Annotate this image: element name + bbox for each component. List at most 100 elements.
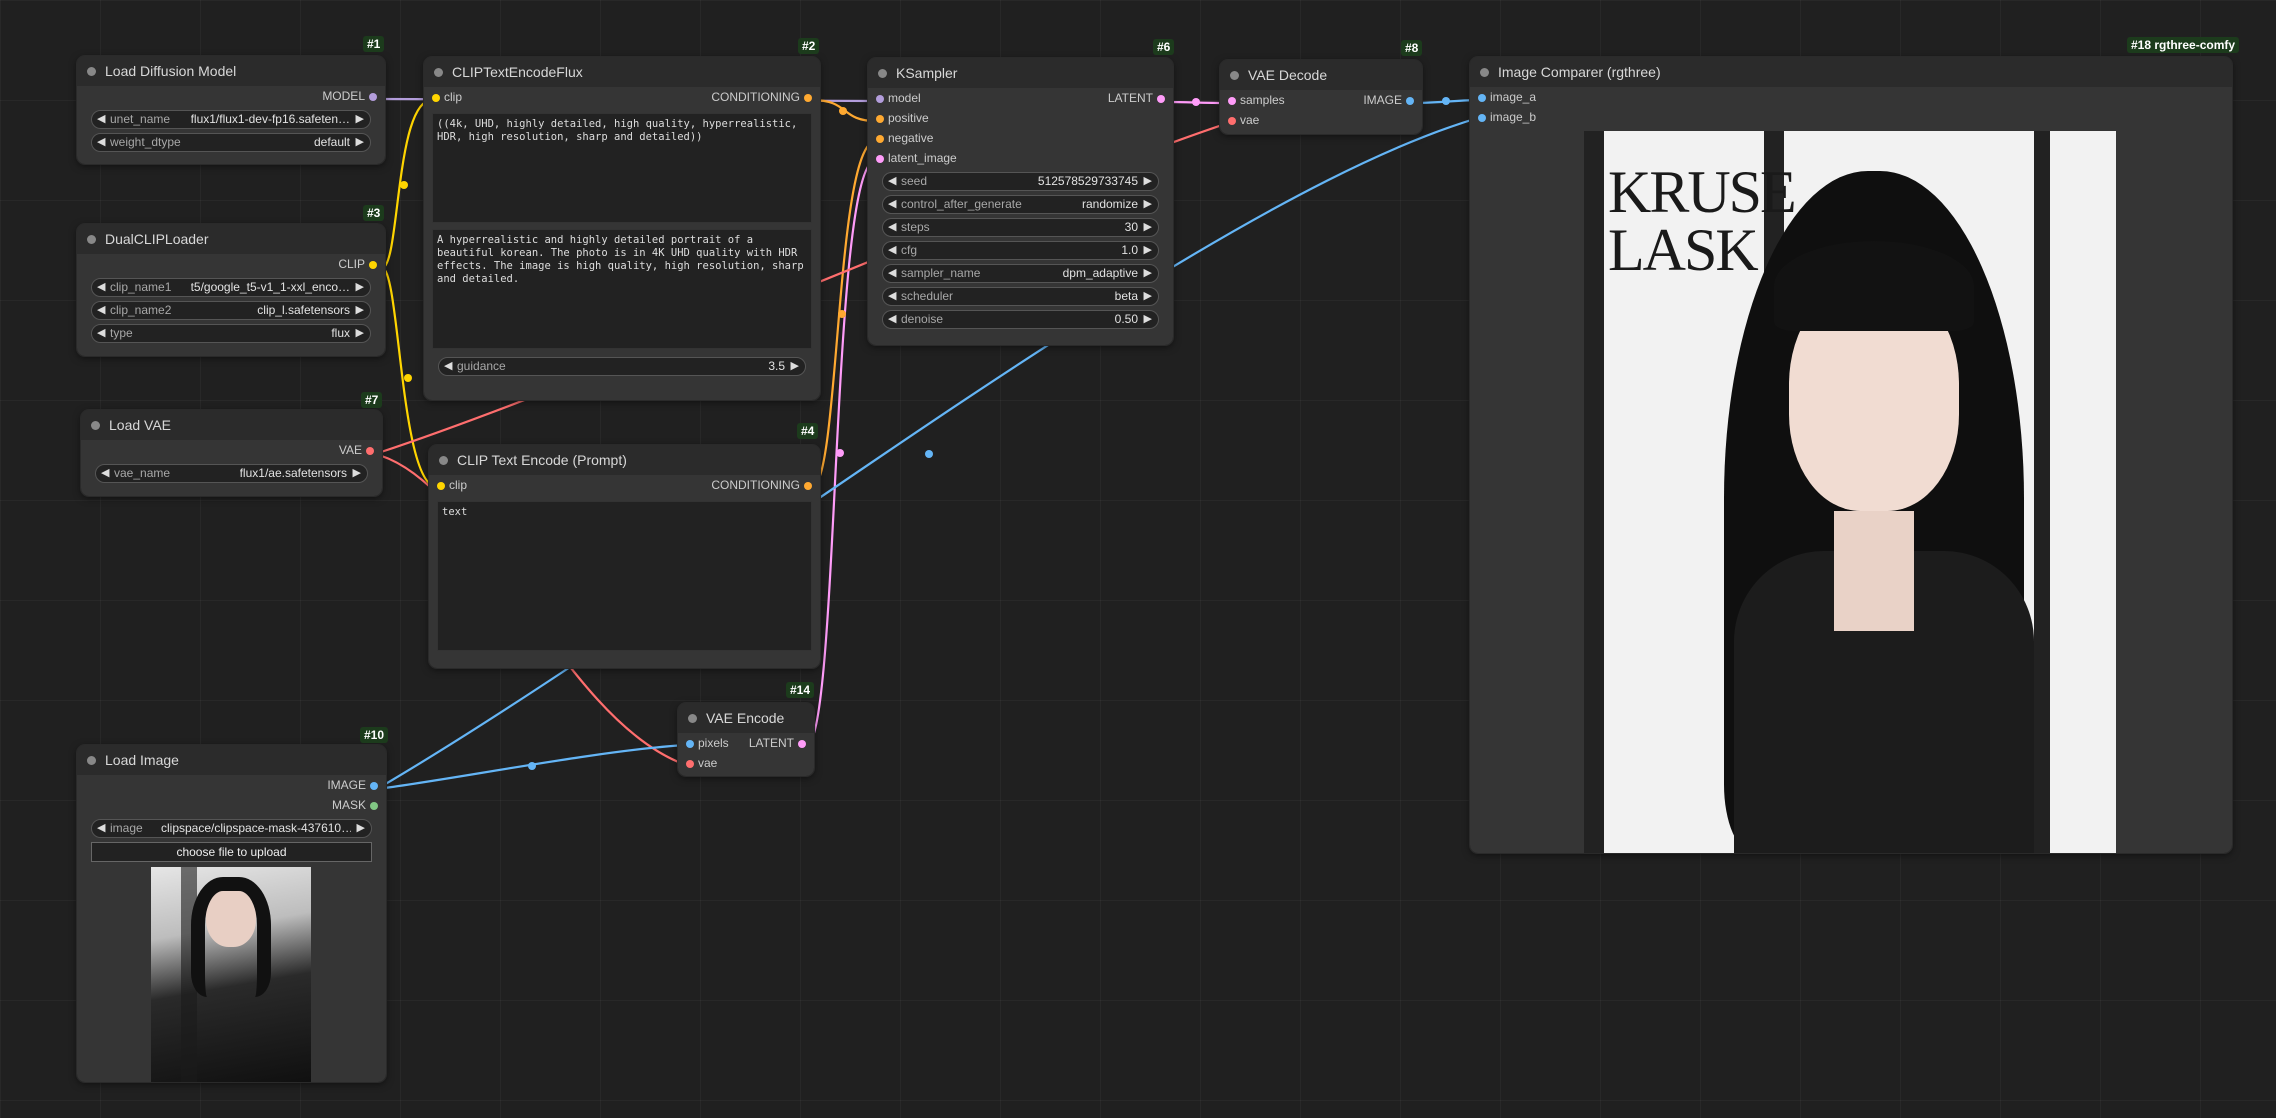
node-ksampler[interactable]: KSampler model LATENT positive negative … <box>867 57 1174 346</box>
node-title[interactable]: Image Comparer (rgthree) <box>1470 57 2232 87</box>
slot-row-latent-image[interactable]: latent_image <box>868 148 1173 168</box>
slot-dot-icon[interactable] <box>1157 95 1165 103</box>
widget-type[interactable]: ◀ type flux ▶ <box>91 324 371 343</box>
slot-row-image-b[interactable]: image_b <box>1470 107 2232 127</box>
arrow-right-icon[interactable]: ▶ <box>1144 196 1152 213</box>
arrow-right-icon[interactable]: ▶ <box>1144 219 1152 236</box>
arrow-right-icon[interactable]: ▶ <box>356 111 364 128</box>
arrow-left-icon[interactable]: ◀ <box>888 288 896 305</box>
slot-dot-icon[interactable] <box>369 93 377 101</box>
arrow-left-icon[interactable]: ◀ <box>97 325 105 342</box>
node-title[interactable]: VAE Encode <box>678 703 814 733</box>
node-title[interactable]: Load VAE <box>81 410 382 440</box>
collapse-dot-icon[interactable] <box>91 421 100 430</box>
widget-seed[interactable]: ◀ seed 512578529733745 ▶ <box>882 172 1159 191</box>
slot-dot-icon[interactable] <box>798 740 806 748</box>
slot-row-model[interactable]: model LATENT <box>868 88 1173 108</box>
output-slot-mask[interactable]: MASK <box>77 795 386 815</box>
widget-vae-name[interactable]: ◀ vae_name flux1/ae.safetensors ▶ <box>95 464 368 483</box>
arrow-right-icon[interactable]: ▶ <box>353 465 361 482</box>
node-title[interactable]: KSampler <box>868 58 1173 88</box>
clip-l-textarea[interactable]: ((4k, UHD, highly detailed, high quality… <box>432 113 812 223</box>
widget-control-after-generate[interactable]: ◀ control_after_generate randomize ▶ <box>882 195 1159 214</box>
arrow-right-icon[interactable]: ▶ <box>1144 265 1152 282</box>
slot-row-samples[interactable]: samples IMAGE <box>1220 90 1422 110</box>
slot-dot-icon[interactable] <box>366 447 374 455</box>
collapse-dot-icon[interactable] <box>87 756 96 765</box>
arrow-right-icon[interactable]: ▶ <box>1144 311 1152 328</box>
arrow-left-icon[interactable]: ◀ <box>101 465 109 482</box>
collapse-dot-icon[interactable] <box>1480 68 1489 77</box>
collapse-dot-icon[interactable] <box>87 67 96 76</box>
slot-dot-icon[interactable] <box>876 115 884 123</box>
output-slot-clip[interactable]: CLIP <box>77 254 385 274</box>
arrow-left-icon[interactable]: ◀ <box>97 302 105 319</box>
arrow-right-icon[interactable]: ▶ <box>1144 173 1152 190</box>
output-slot-vae[interactable]: VAE <box>81 440 382 460</box>
slot-dot-icon[interactable] <box>876 95 884 103</box>
widget-denoise[interactable]: ◀ denoise 0.50 ▶ <box>882 310 1159 329</box>
node-clip-text-encode-flux[interactable]: CLIPTextEncodeFlux clip CONDITIONING ((4… <box>423 56 821 401</box>
t5xxl-textarea[interactable]: A hyperrealistic and highly detailed por… <box>432 229 812 349</box>
arrow-right-icon[interactable]: ▶ <box>356 302 364 319</box>
slot-dot-icon[interactable] <box>1228 117 1236 125</box>
slot-dot-icon[interactable] <box>437 482 445 490</box>
slot-row-image-a[interactable]: image_a <box>1470 87 2232 107</box>
widget-cfg[interactable]: ◀ cfg 1.0 ▶ <box>882 241 1159 260</box>
widget-image[interactable]: ◀ image clipspace/clipspace-mask-437610… ▶ <box>91 819 372 838</box>
widget-guidance[interactable]: ◀ guidance 3.5 ▶ <box>438 357 806 376</box>
arrow-right-icon[interactable]: ▶ <box>1144 242 1152 259</box>
arrow-left-icon[interactable]: ◀ <box>444 358 452 375</box>
arrow-right-icon[interactable]: ▶ <box>356 325 364 342</box>
arrow-right-icon[interactable]: ▶ <box>1144 288 1152 305</box>
arrow-right-icon[interactable]: ▶ <box>791 358 799 375</box>
slot-dot-icon[interactable] <box>369 261 377 269</box>
node-title[interactable]: DualCLIPLoader <box>77 224 385 254</box>
slot-row-pixels[interactable]: pixels LATENT <box>678 733 814 753</box>
node-title[interactable]: Load Diffusion Model <box>77 56 385 86</box>
arrow-left-icon[interactable]: ◀ <box>97 279 105 296</box>
slot-row-clip[interactable]: clip CONDITIONING <box>429 475 820 495</box>
arrow-right-icon[interactable]: ▶ <box>356 134 364 151</box>
node-dual-clip-loader[interactable]: DualCLIPLoader CLIP ◀ clip_name1 t5/google… <box>76 223 386 357</box>
arrow-left-icon[interactable]: ◀ <box>97 820 105 837</box>
widget-clip-name2[interactable]: ◀ clip_name2 clip_l.safetensors ▶ <box>91 301 371 320</box>
slot-dot-icon[interactable] <box>876 135 884 143</box>
arrow-right-icon[interactable]: ▶ <box>356 279 364 296</box>
collapse-dot-icon[interactable] <box>688 714 697 723</box>
arrow-left-icon[interactable]: ◀ <box>97 111 105 128</box>
arrow-left-icon[interactable]: ◀ <box>888 196 896 213</box>
collapse-dot-icon[interactable] <box>434 68 443 77</box>
slot-row-clip[interactable]: clip CONDITIONING <box>424 87 820 107</box>
slot-dot-icon[interactable] <box>804 482 812 490</box>
slot-dot-icon[interactable] <box>1478 114 1486 122</box>
widget-steps[interactable]: ◀ steps 30 ▶ <box>882 218 1159 237</box>
arrow-right-icon[interactable]: ▶ <box>357 820 365 837</box>
slot-row-vae[interactable]: vae <box>1220 110 1422 130</box>
slot-dot-icon[interactable] <box>1406 97 1414 105</box>
widget-scheduler[interactable]: ◀ scheduler beta ▶ <box>882 287 1159 306</box>
prompt-textarea[interactable]: text <box>437 501 812 651</box>
node-title[interactable]: VAE Decode <box>1220 60 1422 90</box>
widget-clip-name1[interactable]: ◀ clip_name1 t5/google_t5-v1_1-xxl_enco… ▶ <box>91 278 371 297</box>
arrow-left-icon[interactable]: ◀ <box>888 173 896 190</box>
node-title[interactable]: CLIP Text Encode (Prompt) <box>429 445 820 475</box>
slot-dot-icon[interactable] <box>686 760 694 768</box>
arrow-left-icon[interactable]: ◀ <box>97 134 105 151</box>
node-title[interactable]: CLIPTextEncodeFlux <box>424 57 820 87</box>
widget-weight-dtype[interactable]: ◀ weight_dtype default ▶ <box>91 133 371 152</box>
arrow-left-icon[interactable]: ◀ <box>888 311 896 328</box>
arrow-left-icon[interactable]: ◀ <box>888 265 896 282</box>
slot-dot-icon[interactable] <box>686 740 694 748</box>
output-slot-model[interactable]: MODEL <box>77 86 385 106</box>
widget-unet-name[interactable]: ◀ unet_name flux1/flux1-dev-fp16.safeten… ▶ <box>91 110 371 129</box>
comparison-image[interactable]: KRUSE LASK <box>1584 131 2116 853</box>
node-clip-text-encode-prompt[interactable]: CLIP Text Encode (Prompt) clip CONDITION… <box>428 444 821 669</box>
slot-dot-icon[interactable] <box>370 802 378 810</box>
node-load-vae[interactable]: Load VAE VAE ◀ vae_name flux1/ae.safetenso… <box>80 409 383 497</box>
collapse-dot-icon[interactable] <box>87 235 96 244</box>
arrow-left-icon[interactable]: ◀ <box>888 219 896 236</box>
choose-file-button[interactable]: choose file to upload <box>91 842 372 862</box>
node-image-comparer[interactable]: Image Comparer (rgthree) image_a image_b… <box>1469 56 2233 854</box>
slot-dot-icon[interactable] <box>876 155 884 163</box>
